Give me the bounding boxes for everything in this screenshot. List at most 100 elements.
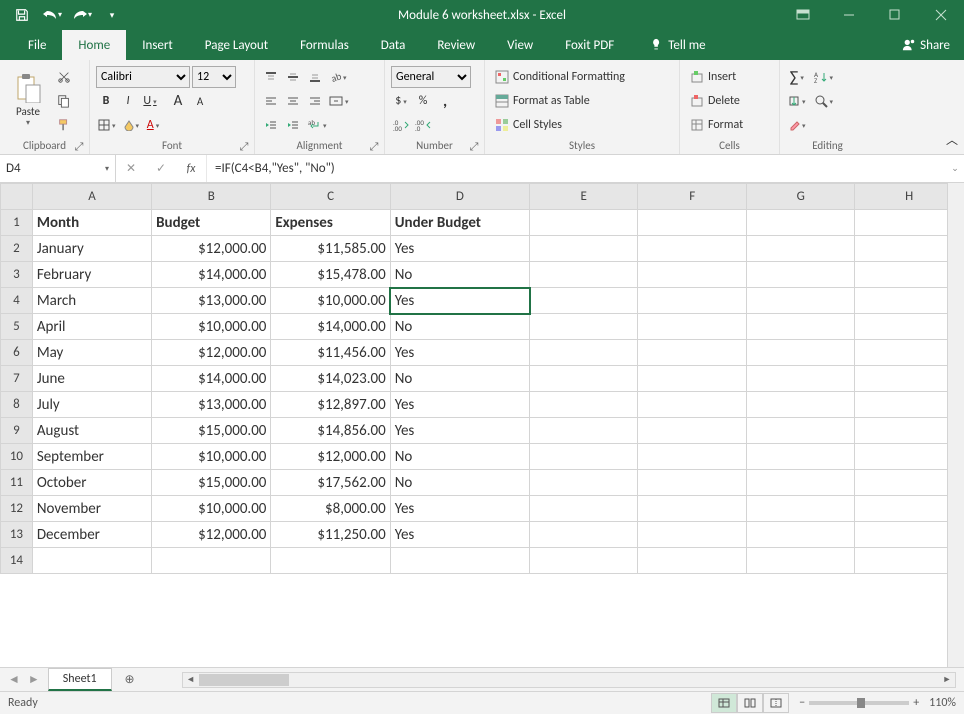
cell-G9[interactable] <box>746 418 855 444</box>
shrink-font-button[interactable]: A <box>190 90 210 112</box>
cell-C6[interactable]: $11,456.00 <box>271 340 390 366</box>
font-size-select[interactable]: 12 <box>192 66 236 88</box>
sheet-tab-sheet1[interactable]: Sheet1 <box>48 668 112 691</box>
zoom-out-button[interactable]: − <box>799 696 805 710</box>
cell-A1[interactable]: Month <box>32 210 151 236</box>
orientation-button[interactable]: ab <box>327 66 349 88</box>
insert-cells-button[interactable]: Insert <box>686 66 773 88</box>
scroll-right[interactable]: ► <box>939 674 955 685</box>
autosum-button[interactable]: ∑ <box>786 66 808 88</box>
cell-E2[interactable] <box>530 236 638 262</box>
cell-B9[interactable]: $15,000.00 <box>152 418 271 444</box>
cell-F1[interactable] <box>638 210 746 236</box>
row-header-9[interactable]: 9 <box>1 418 33 444</box>
format-cells-button[interactable]: Format <box>686 114 773 136</box>
cell-D7[interactable]: No <box>390 366 529 392</box>
conditional-formatting-button[interactable]: Conditional Formatting <box>491 66 673 88</box>
cell-F2[interactable] <box>638 236 746 262</box>
cell-G6[interactable] <box>746 340 855 366</box>
cell-A9[interactable]: August <box>32 418 151 444</box>
cell-F6[interactable] <box>638 340 746 366</box>
cell-G11[interactable] <box>746 470 855 496</box>
cell-D8[interactable]: Yes <box>390 392 529 418</box>
cell-F11[interactable] <box>638 470 746 496</box>
cell-C12[interactable]: $8,000.00 <box>271 496 390 522</box>
row-header-1[interactable]: 1 <box>1 210 33 236</box>
cell-A14[interactable] <box>32 548 151 574</box>
cell-A3[interactable]: February <box>32 262 151 288</box>
cell-A4[interactable]: March <box>32 288 151 314</box>
number-format-select[interactable]: General <box>391 66 471 88</box>
cell-F8[interactable] <box>638 392 746 418</box>
maximize-button[interactable] <box>872 0 918 30</box>
find-select-button[interactable] <box>812 90 836 112</box>
formula-bar[interactable]: =IF(C4<B4,"Yes", "No") <box>207 155 946 182</box>
cell-D3[interactable]: No <box>390 262 529 288</box>
tab-tell-me[interactable]: Tell me <box>634 30 721 60</box>
cell-F3[interactable] <box>638 262 746 288</box>
cell-G5[interactable] <box>746 314 855 340</box>
cell-C11[interactable]: $17,562.00 <box>271 470 390 496</box>
cell-A11[interactable]: October <box>32 470 151 496</box>
decrease-decimal-button[interactable]: .00.0 <box>413 114 433 136</box>
copy-button[interactable] <box>54 90 74 112</box>
cell-F4[interactable] <box>638 288 746 314</box>
row-header-8[interactable]: 8 <box>1 392 33 418</box>
vertical-scrollbar[interactable] <box>947 183 964 667</box>
col-header-B[interactable]: B <box>152 184 271 210</box>
row-header-5[interactable]: 5 <box>1 314 33 340</box>
cell-E12[interactable] <box>530 496 638 522</box>
cell-B8[interactable]: $13,000.00 <box>152 392 271 418</box>
cell-C10[interactable]: $12,000.00 <box>271 444 390 470</box>
cell-C1[interactable]: Expenses <box>271 210 390 236</box>
qat-customize[interactable]: ▾ <box>98 3 126 27</box>
cell-B11[interactable]: $15,000.00 <box>152 470 271 496</box>
cell-F12[interactable] <box>638 496 746 522</box>
cell-G1[interactable] <box>746 210 855 236</box>
cell-G14[interactable] <box>746 548 855 574</box>
ribbon-display-options[interactable] <box>780 0 826 30</box>
font-color-button[interactable]: A <box>143 114 163 136</box>
cell-B4[interactable]: $13,000.00 <box>152 288 271 314</box>
cell-E6[interactable] <box>530 340 638 366</box>
cell-E8[interactable] <box>530 392 638 418</box>
minimize-button[interactable] <box>826 0 872 30</box>
alignment-launcher[interactable]: ⤢ <box>368 140 380 152</box>
cancel-formula-button[interactable]: ✕ <box>116 156 146 182</box>
fill-color-button[interactable] <box>120 114 142 136</box>
col-header-C[interactable]: C <box>271 184 390 210</box>
cell-C4[interactable]: $10,000.00 <box>271 288 390 314</box>
col-header-A[interactable]: A <box>32 184 151 210</box>
cell-E10[interactable] <box>530 444 638 470</box>
zoom-level[interactable]: 110% <box>929 696 956 710</box>
cell-E5[interactable] <box>530 314 638 340</box>
paste-button[interactable]: Paste ▾ <box>6 66 50 134</box>
underline-button[interactable]: U <box>140 90 160 112</box>
select-all-corner[interactable] <box>1 184 33 210</box>
font-launcher[interactable]: ⤢ <box>238 140 250 152</box>
cut-button[interactable] <box>54 66 74 88</box>
cell-B1[interactable]: Budget <box>152 210 271 236</box>
align-left-button[interactable] <box>261 90 281 112</box>
cell-styles-button[interactable]: Cell Styles <box>491 114 673 136</box>
cell-D1[interactable]: Under Budget <box>390 210 529 236</box>
cell-A8[interactable]: July <box>32 392 151 418</box>
cell-E14[interactable] <box>530 548 638 574</box>
expand-formula-bar[interactable]: ⌄ <box>946 155 964 182</box>
cell-D14[interactable] <box>390 548 529 574</box>
cell-G10[interactable] <box>746 444 855 470</box>
col-header-E[interactable]: E <box>530 184 638 210</box>
row-header-2[interactable]: 2 <box>1 236 33 262</box>
col-header-G[interactable]: G <box>746 184 855 210</box>
cell-D2[interactable]: Yes <box>390 236 529 262</box>
cell-F7[interactable] <box>638 366 746 392</box>
row-header-6[interactable]: 6 <box>1 340 33 366</box>
cell-B12[interactable]: $10,000.00 <box>152 496 271 522</box>
cell-G2[interactable] <box>746 236 855 262</box>
cell-E13[interactable] <box>530 522 638 548</box>
clear-button[interactable] <box>786 114 808 136</box>
tab-data[interactable]: Data <box>365 30 422 60</box>
grow-font-button[interactable]: A <box>168 90 188 112</box>
increase-indent-button[interactable] <box>283 114 303 136</box>
cell-B6[interactable]: $12,000.00 <box>152 340 271 366</box>
